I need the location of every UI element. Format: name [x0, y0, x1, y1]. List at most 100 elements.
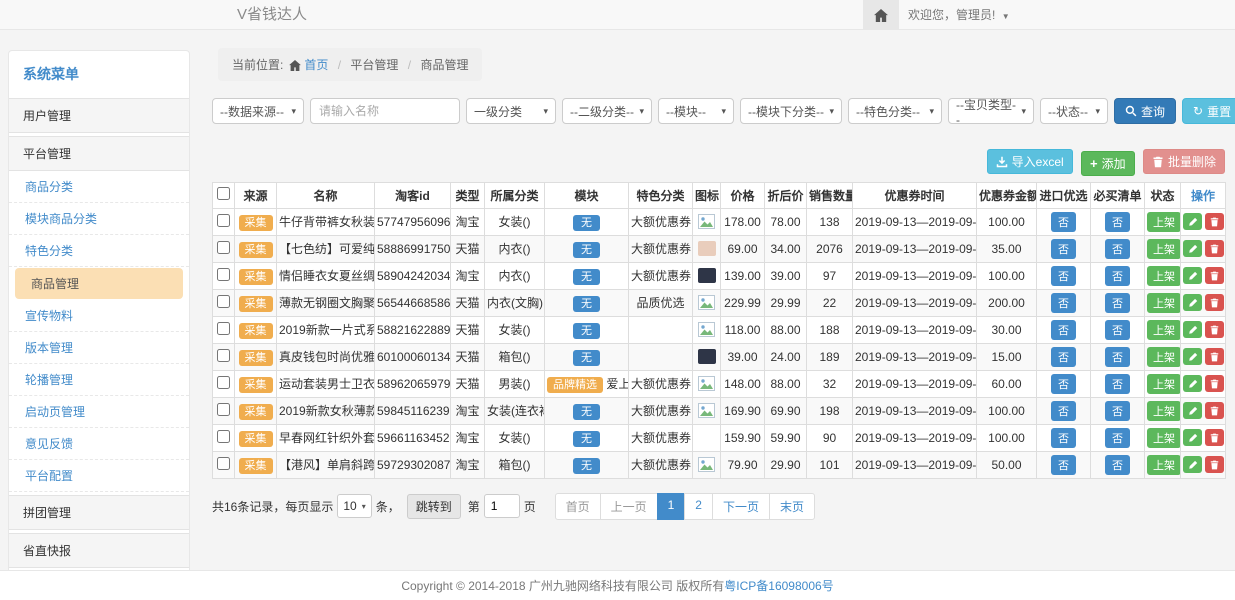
sidebar-item-6[interactable]: 商品管理 [15, 268, 183, 299]
row-checkbox[interactable] [217, 349, 230, 362]
user-menu[interactable]: 欢迎您，管理员! ▼ [908, 0, 1010, 32]
delete-button[interactable] [1205, 348, 1224, 365]
row-checkbox[interactable] [217, 322, 230, 335]
page-button-3[interactable]: 1 [657, 493, 686, 520]
edit-button[interactable] [1183, 375, 1202, 392]
row-checkbox[interactable] [217, 214, 230, 227]
delete-button[interactable] [1205, 375, 1224, 392]
sidebar-item-12[interactable]: 平台配置 [9, 460, 189, 492]
filter-select-3[interactable]: --二级分类--▾ [562, 98, 652, 124]
page-button-6[interactable]: 末页 [769, 493, 815, 520]
reset-button[interactable]: ↻重置 [1182, 98, 1235, 124]
sidebar-item-1[interactable]: 用户管理 [9, 98, 189, 133]
must-buy-toggle[interactable]: 否 [1105, 239, 1130, 259]
delete-button[interactable] [1205, 240, 1224, 257]
filter-select-8[interactable]: --状态--▾ [1040, 98, 1108, 124]
delete-button[interactable] [1205, 402, 1224, 419]
row-checkbox[interactable] [217, 457, 230, 470]
delete-button[interactable] [1205, 267, 1224, 284]
filter-select-4[interactable]: --模块--▾ [658, 98, 734, 124]
import-select-toggle[interactable]: 否 [1051, 455, 1076, 475]
sidebar-item-11[interactable]: 意见反馈 [9, 428, 189, 460]
status-button[interactable]: 上架 [1147, 401, 1181, 421]
row-checkbox[interactable] [217, 268, 230, 281]
sidebar-item-9[interactable]: 轮播管理 [9, 364, 189, 396]
add-button[interactable]: + 添加 [1081, 151, 1135, 176]
filter-select-6[interactable]: --特色分类--▾ [848, 98, 942, 124]
edit-button[interactable] [1183, 402, 1202, 419]
jump-button[interactable]: 跳转到 [407, 494, 461, 519]
page-button-2[interactable]: 上一页 [600, 493, 658, 520]
home-nav-button[interactable] [863, 0, 899, 30]
must-buy-toggle[interactable]: 否 [1105, 374, 1130, 394]
select-all-checkbox[interactable] [217, 187, 230, 200]
sidebar-item-4[interactable]: 模块商品分类 [9, 203, 189, 235]
import-select-toggle[interactable]: 否 [1051, 401, 1076, 421]
must-buy-toggle[interactable]: 否 [1105, 455, 1130, 475]
import-select-toggle[interactable]: 否 [1051, 320, 1076, 340]
import-excel-button[interactable]: 导入excel [987, 149, 1073, 174]
sidebar-item-5[interactable]: 特色分类 [9, 235, 189, 267]
filter-select-2[interactable]: 一级分类▾ [466, 98, 556, 124]
sidebar-item-14[interactable]: 省直快报 [9, 533, 189, 568]
edit-button[interactable] [1183, 348, 1202, 365]
import-select-toggle[interactable]: 否 [1051, 428, 1076, 448]
import-select-toggle[interactable]: 否 [1051, 374, 1076, 394]
status-button[interactable]: 上架 [1147, 428, 1181, 448]
status-button[interactable]: 上架 [1147, 320, 1181, 340]
delete-button[interactable] [1205, 321, 1224, 338]
edit-button[interactable] [1183, 456, 1202, 473]
row-checkbox[interactable] [217, 241, 230, 254]
import-select-toggle[interactable]: 否 [1051, 347, 1076, 367]
icp-link[interactable]: 粤ICP备16098006号 [724, 579, 833, 593]
delete-button[interactable] [1205, 213, 1224, 230]
status-button[interactable]: 上架 [1147, 212, 1181, 232]
name-search-input[interactable] [310, 98, 460, 124]
page-button-1[interactable]: 首页 [555, 493, 601, 520]
edit-button[interactable] [1183, 294, 1202, 311]
page-button-5[interactable]: 下一页 [712, 493, 770, 520]
import-select-toggle[interactable]: 否 [1051, 293, 1076, 313]
status-button[interactable]: 上架 [1147, 239, 1181, 259]
sidebar-item-7[interactable]: 宣传物料 [9, 300, 189, 332]
per-page-select[interactable]: 10▾ [337, 494, 371, 518]
must-buy-toggle[interactable]: 否 [1105, 212, 1130, 232]
edit-button[interactable] [1183, 267, 1202, 284]
breadcrumb-home-link[interactable]: 首页 [304, 58, 328, 72]
edit-button[interactable] [1183, 321, 1202, 338]
sidebar-item-8[interactable]: 版本管理 [9, 332, 189, 364]
delete-button[interactable] [1205, 456, 1224, 473]
row-checkbox[interactable] [217, 403, 230, 416]
must-buy-toggle[interactable]: 否 [1105, 293, 1130, 313]
import-select-toggle[interactable]: 否 [1051, 212, 1076, 232]
import-select-toggle[interactable]: 否 [1051, 266, 1076, 286]
batch-delete-button[interactable]: 批量删除 [1143, 149, 1225, 174]
filter-select-5[interactable]: --模块下分类--▾ [740, 98, 842, 124]
delete-button[interactable] [1205, 294, 1224, 311]
jump-page-input[interactable] [484, 494, 520, 518]
status-button[interactable]: 上架 [1147, 455, 1181, 475]
sidebar-item-10[interactable]: 启动页管理 [9, 396, 189, 428]
status-button[interactable]: 上架 [1147, 293, 1181, 313]
status-button[interactable]: 上架 [1147, 347, 1181, 367]
status-button[interactable]: 上架 [1147, 374, 1181, 394]
row-checkbox[interactable] [217, 430, 230, 443]
edit-button[interactable] [1183, 429, 1202, 446]
must-buy-toggle[interactable]: 否 [1105, 401, 1130, 421]
must-buy-toggle[interactable]: 否 [1105, 266, 1130, 286]
sidebar-item-13[interactable]: 拼团管理 [9, 495, 189, 530]
row-checkbox[interactable] [217, 376, 230, 389]
import-select-toggle[interactable]: 否 [1051, 239, 1076, 259]
query-button[interactable]: 查询 [1114, 98, 1176, 124]
must-buy-toggle[interactable]: 否 [1105, 428, 1130, 448]
must-buy-toggle[interactable]: 否 [1105, 347, 1130, 367]
status-button[interactable]: 上架 [1147, 266, 1181, 286]
row-checkbox[interactable] [217, 295, 230, 308]
delete-button[interactable] [1205, 429, 1224, 446]
filter-select-1[interactable]: --数据来源--▾ [212, 98, 304, 124]
must-buy-toggle[interactable]: 否 [1105, 320, 1130, 340]
edit-button[interactable] [1183, 240, 1202, 257]
sidebar-item-2[interactable]: 平台管理 [9, 136, 189, 171]
page-button-4[interactable]: 2 [684, 493, 713, 520]
filter-select-7[interactable]: --宝贝类型--▾ [948, 98, 1034, 124]
